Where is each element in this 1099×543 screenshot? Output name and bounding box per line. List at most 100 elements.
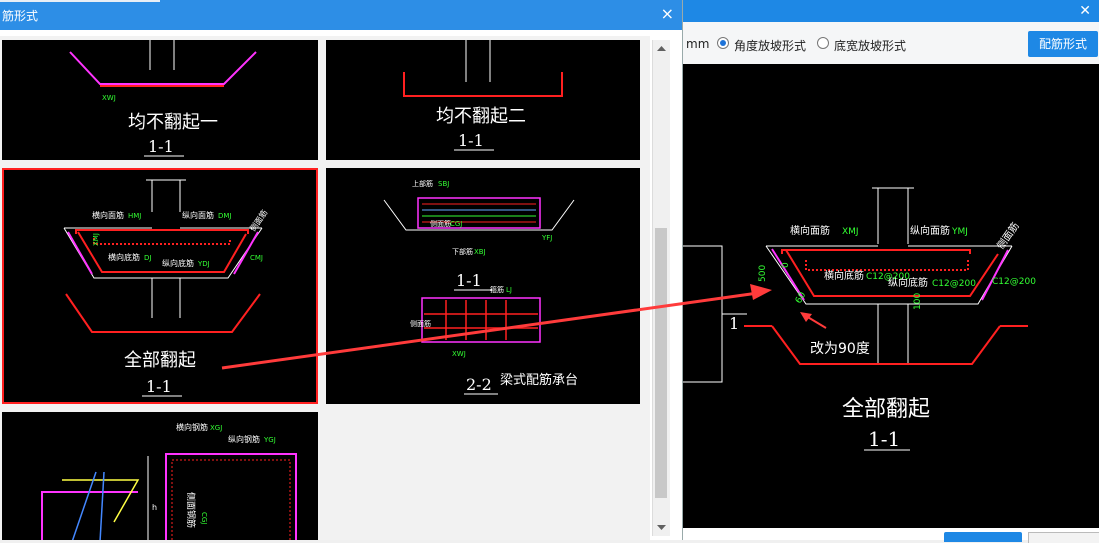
radio-angle-slope-label[interactable]: 角度放坡形式	[734, 37, 806, 54]
side-view-rebar	[41, 491, 138, 540]
close-icon[interactable]: ✕	[1079, 2, 1091, 20]
ok-button[interactable]	[944, 532, 1022, 542]
titlebar-highlight	[0, 0, 160, 2]
label-longitudinal-bottom: 纵向底筋	[162, 258, 194, 268]
dim-100: 100	[913, 293, 923, 310]
dim-500: 500	[758, 265, 768, 282]
side-rebar	[69, 51, 257, 85]
thumbnail-section: 1-1	[148, 137, 174, 156]
radio-width-slope-label[interactable]: 底宽放坡形式	[834, 37, 906, 54]
dialog-titlebar: 筋形式 ×	[0, 0, 682, 30]
thumbnail-5-drawing: 横向钢筋 XGJ 纵向钢筋 YGJ h 侧面钢筋 CGJ	[41, 422, 297, 540]
label-side-bar: 侧面筋	[430, 219, 451, 228]
unit-label: mm	[686, 37, 710, 51]
dialog-title: 筋形式	[2, 9, 39, 23]
bottom-rebar	[403, 72, 563, 97]
dim-0: 0	[781, 262, 791, 268]
pedestal-outline	[682, 245, 723, 383]
bottom-outline	[771, 325, 1001, 365]
section2-stirrup	[421, 297, 541, 343]
cancel-button[interactable]	[1028, 532, 1099, 543]
rebar-form-button[interactable]: 配筋形式	[1028, 31, 1098, 57]
window-footer	[682, 528, 1099, 543]
scroll-down-arrow-icon[interactable]	[653, 519, 670, 536]
label-side-bar-code: CGJ	[450, 220, 462, 228]
thumbnail-4[interactable]: 上部筋 SBJ 侧面筋 CGJ YFJ 下部筋 XBJ 1-1 箍筋 LJ 侧面…	[326, 168, 640, 404]
label-side-value: C12@200	[992, 277, 1036, 287]
top-rebar	[75, 229, 249, 234]
label-side: 侧面筋	[247, 208, 269, 233]
label-side-left: XMJ	[92, 233, 100, 246]
label-side: 侧面钢筋	[185, 492, 197, 528]
thumbnail-grid: XWJ 均不翻起一 1-1 均不翻起二 1-1 横向面筋 HMJ 纵向面筋 DM…	[0, 36, 650, 540]
label-bottom-bar-code: XBJ	[474, 248, 486, 256]
thumbnail-caption: 梁式配筋承台	[500, 372, 578, 388]
slope-toolbar: mm 角度放坡形式 底宽放坡形式 配筋形式	[682, 22, 1099, 64]
label-transverse-bottom: 横向底筋	[108, 252, 140, 262]
rebar-diagram-canvas: 1 横向面筋 XMJ 纵向面筋 YMJ 横向底筋 C12@200 纵向底筋 C1…	[682, 64, 1099, 528]
thumbnail-2[interactable]: 均不翻起二 1-1	[326, 40, 640, 160]
section2-grid	[424, 300, 538, 340]
thumbnail-section: 1-1	[458, 131, 484, 150]
label-longitudinal-code: YGJ	[263, 436, 276, 444]
thumbnail-caption: 均不翻起二	[436, 106, 526, 127]
label-side-code: CGJ	[200, 512, 208, 524]
rebar-form-dialog: 筋形式 × XWJ 均不翻起一 1-1 均不翻起二 1-1 横向面筋 HMJ 纵…	[0, 0, 683, 540]
label-stirrup: 箍筋	[490, 285, 504, 294]
label-transverse: 横向钢筋	[176, 422, 208, 432]
label-transverse-bottom-code: DJ	[144, 254, 151, 262]
scroll-thumb[interactable]	[655, 228, 667, 498]
window-titlebar: ✕	[682, 0, 1099, 22]
section-top: 1-1	[456, 271, 482, 290]
label-longitudinal: 纵向钢筋	[228, 434, 260, 444]
label-xwj: XWJ	[452, 350, 466, 358]
label-longitudinal-bottom-code: YDJ	[197, 260, 210, 268]
label-stirrup-code: LJ	[506, 286, 512, 294]
thumbnail-caption: 全部翻起	[124, 350, 196, 371]
thumbnail-section: 1-1	[146, 377, 172, 396]
label-side-code: CMJ	[250, 254, 263, 262]
thumbnail-3-selected[interactable]: 横向面筋 HMJ 纵向面筋 DMJ 横向底筋 DJ 纵向底筋 YDJ CMJ 侧…	[2, 168, 318, 404]
rebar-settings-window: ✕ mm 角度放坡形式 底宽放坡形式 配筋形式 1 横向面筋 XMJ 纵向面筋 …	[682, 0, 1099, 543]
label-transverse-top: 横向面筋	[92, 210, 124, 220]
scroll-up-arrow-icon[interactable]	[653, 40, 670, 57]
label-longitudinal-top-code: YMJ	[951, 227, 968, 237]
thumbnail-1-drawing: XWJ 均不翻起一 1-1	[69, 40, 257, 157]
rebar-diagram: 1 横向面筋 XMJ 纵向面筋 YMJ 横向底筋 C12@200 纵向底筋 C1…	[682, 187, 1036, 451]
label-longitudinal-bottom: 纵向底筋	[888, 276, 928, 289]
dimension-label: h	[152, 503, 157, 512]
label-top-bar: 上部筋	[412, 179, 433, 188]
label-yfj: YFJ	[541, 234, 552, 242]
thumbnail-5[interactable]: 横向钢筋 XGJ 纵向钢筋 YGJ h 侧面钢筋 CGJ	[2, 412, 318, 540]
section-bottom: 2-2	[466, 375, 492, 394]
dim-60: 60	[794, 290, 809, 305]
annotation-text: 改为90度	[810, 341, 870, 357]
bottom-outline	[65, 293, 261, 333]
top-rebar-2	[805, 260, 969, 271]
top-rebar-2	[93, 238, 231, 245]
side-rebar-right	[233, 231, 259, 275]
vertical-scrollbar[interactable]	[652, 40, 670, 536]
label-transverse-top-code: XMJ	[842, 227, 859, 237]
thumbnail-1[interactable]: XWJ 均不翻起一 1-1	[2, 40, 318, 160]
side-rebar-left	[67, 231, 93, 275]
diagram-section: 1-1	[868, 427, 900, 451]
label-side-left: 侧面筋	[410, 319, 431, 328]
side-view-cap	[62, 479, 140, 523]
radio-width-slope[interactable]	[817, 37, 829, 49]
section-mark-label: 1	[729, 314, 739, 333]
label-longitudinal-top-code: DMJ	[218, 212, 232, 220]
label-transverse-bottom: 横向底筋	[824, 269, 864, 282]
thumbnail-4-drawing: 上部筋 SBJ 侧面筋 CGJ YFJ 下部筋 XBJ 1-1 箍筋 LJ 侧面…	[383, 179, 578, 395]
label-longitudinal-bottom-value: C12@200	[932, 279, 976, 289]
label-top-bar-code: SBJ	[438, 180, 449, 188]
tag-xwj: XWJ	[102, 94, 116, 102]
radio-angle-slope[interactable]	[717, 37, 729, 49]
label-longitudinal-top: 纵向面筋	[910, 224, 950, 237]
side-view-line	[99, 471, 105, 540]
label-side: 侧面筋	[994, 220, 1022, 252]
label-transverse-top: 横向面筋	[790, 224, 830, 237]
thumbnail-caption: 均不翻起一	[128, 112, 218, 133]
close-icon[interactable]: ×	[661, 4, 674, 23]
thumbnail-3-drawing: 横向面筋 HMJ 纵向面筋 DMJ 横向底筋 DJ 纵向底筋 YDJ CMJ 侧…	[63, 179, 269, 397]
